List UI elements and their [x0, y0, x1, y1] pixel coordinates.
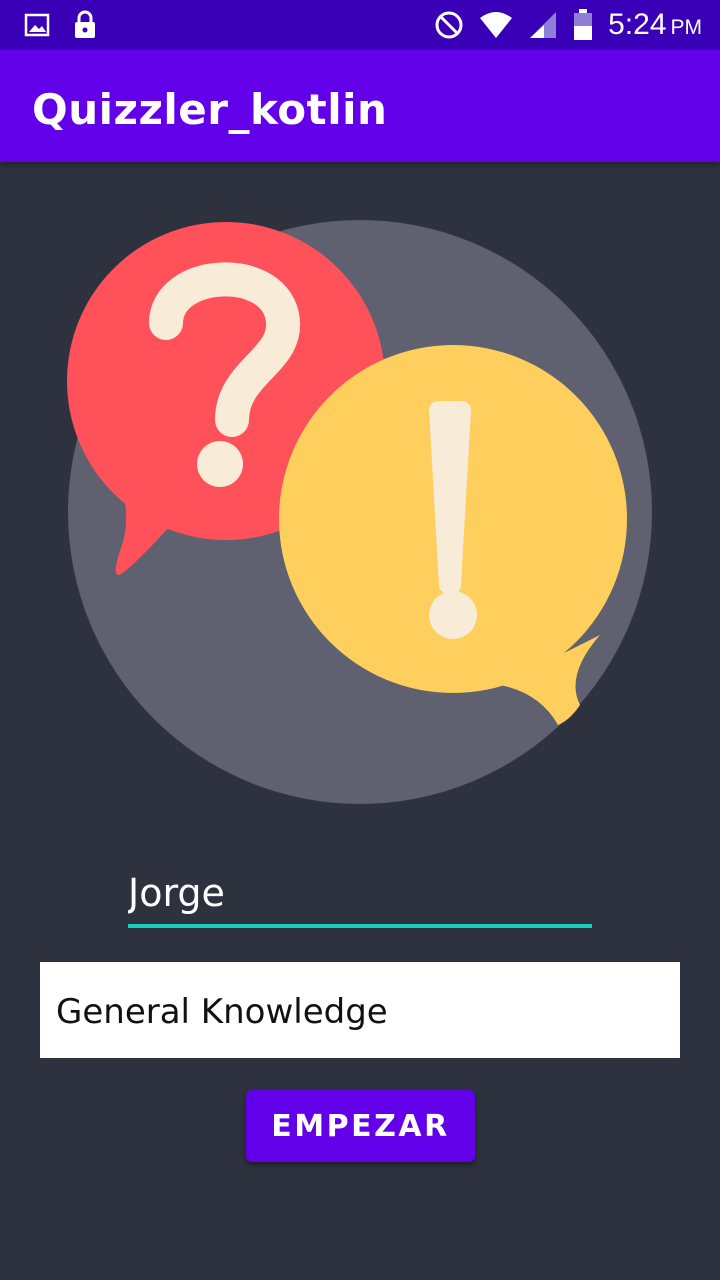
- wifi-icon: [480, 12, 513, 38]
- status-time-ampm: PM: [670, 16, 703, 39]
- battery-icon: [574, 9, 593, 40]
- lock-icon: [75, 10, 95, 38]
- gallery-icon: [24, 13, 50, 37]
- do-not-disturb-icon: [435, 11, 463, 39]
- app-title: Quizzler_kotlin: [32, 85, 388, 134]
- app-bar: Quizzler_kotlin: [0, 50, 720, 162]
- name-input[interactable]: [128, 862, 592, 928]
- status-time-value: 5:24: [608, 8, 667, 41]
- status-time: 5:24 PM: [608, 8, 702, 42]
- category-dropdown[interactable]: General Knowledge: [40, 962, 680, 1058]
- quiz-hero-illustration: [67, 220, 652, 804]
- start-button[interactable]: EMPEZAR: [246, 1090, 475, 1162]
- signal-icon: [530, 12, 557, 38]
- status-bar: 5:24 PM: [0, 0, 720, 50]
- category-selected-label: General Knowledge: [56, 992, 388, 1032]
